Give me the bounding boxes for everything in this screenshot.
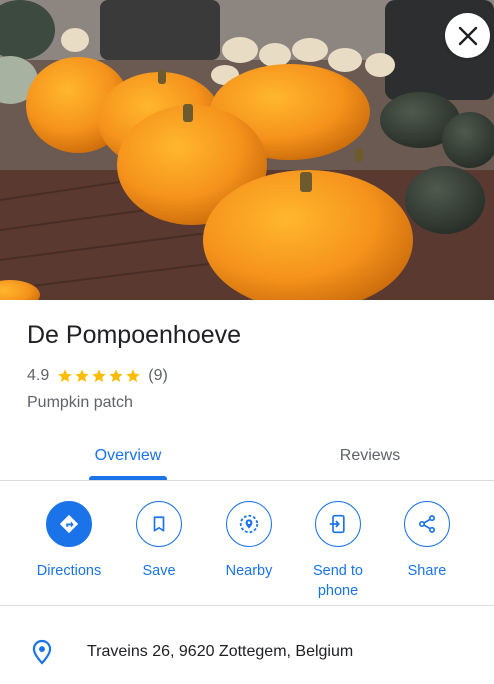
save-circle (136, 501, 182, 547)
place-category: Pumpkin patch (27, 394, 133, 411)
directions-button[interactable]: Directions (19, 501, 119, 581)
star-icon (126, 369, 140, 382)
save-label: Save (142, 563, 176, 579)
bookmark-icon (153, 516, 165, 532)
nearby-label: Nearby (225, 563, 273, 579)
star-icon (109, 369, 123, 382)
place-title: De Pompoenhoeve (27, 321, 242, 349)
pumpkin-photo (0, 0, 494, 300)
tab-selected-indicator (89, 476, 167, 480)
nearby-icon (239, 514, 259, 534)
review-count-link[interactable]: (9) (148, 367, 168, 385)
close-button[interactable] (445, 13, 490, 58)
tab-bar: Overview Reviews (0, 432, 494, 481)
star-icon (75, 369, 89, 382)
rating-stars[interactable] (57, 368, 142, 384)
directions-circle (46, 501, 92, 547)
place-photo[interactable] (0, 0, 494, 300)
directions-icon (59, 514, 79, 534)
star-icon (58, 369, 72, 382)
send-to-phone-icon (329, 514, 345, 534)
tab-reviews[interactable]: Reviews (320, 432, 420, 480)
share-button[interactable]: Share (377, 501, 477, 581)
rating-row: 4.9 (9) (27, 367, 168, 385)
star-icon (92, 369, 106, 382)
send-to-phone-circle (315, 501, 361, 547)
share-label: Share (407, 563, 447, 579)
nearby-button[interactable]: Nearby (199, 501, 299, 581)
share-icon (419, 515, 435, 533)
address-text: Traveins 26, 9620 Zottegem, Belgium (87, 643, 354, 660)
send-to-phone-button[interactable]: Send to phone (288, 501, 388, 601)
address-row[interactable]: Traveins 26, 9620 Zottegem, Belgium (0, 607, 494, 684)
directions-label: Directions (36, 563, 102, 579)
rating-score: 4.9 (27, 367, 50, 384)
tab-overview[interactable]: Overview (78, 432, 178, 480)
close-icon (458, 26, 477, 45)
share-circle (404, 501, 450, 547)
send-to-phone-label: Send to phone (313, 563, 363, 599)
nearby-circle (226, 501, 272, 547)
action-bar: Directions Save Nearby Send to phone Sha… (0, 481, 494, 606)
save-button[interactable]: Save (109, 501, 209, 581)
location-pin-icon (32, 639, 52, 665)
